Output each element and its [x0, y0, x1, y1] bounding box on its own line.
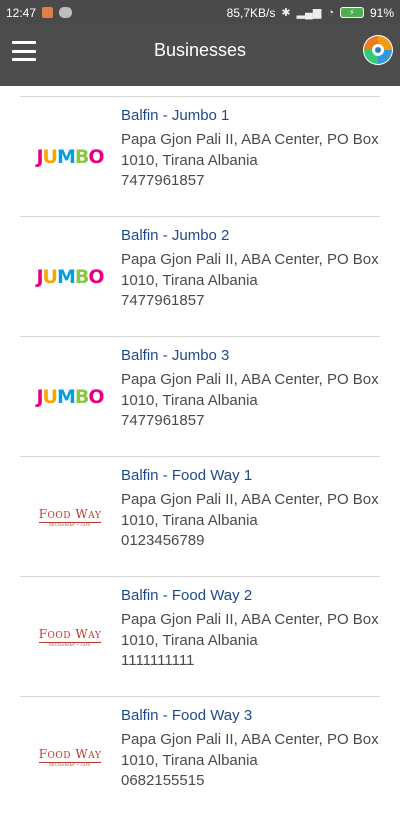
business-phone: 7477961857	[121, 412, 205, 429]
food-way-logo: FOOD WAY RESTAURANT • CAFE	[20, 457, 120, 577]
battery-percent: 91%	[369, 5, 394, 20]
business-address: Papa Gjon Pali II, ABA Center, PO Box 10…	[121, 611, 379, 649]
business-phone: 0123456789	[121, 532, 205, 549]
list-item-business[interactable]: FOOD WAY RESTAURANT • CAFE Balfin - Food…	[20, 576, 380, 696]
business-name: Balfin - Jumbo 2	[121, 227, 230, 244]
page-title: Businesses	[153, 39, 247, 60]
app-logo-icon[interactable]	[362, 34, 394, 66]
app-bar: Businesses	[0, 25, 400, 86]
business-info: Balfin - Food Way 2 Papa Gjon Pali II, A…	[121, 585, 380, 672]
business-info: Balfin - Jumbo 2 Papa Gjon Pali II, ABA …	[121, 225, 380, 312]
business-info: Balfin - Jumbo 3 Papa Gjon Pali II, ABA …	[121, 345, 380, 432]
list-item-business[interactable]: JUMBO Balfin - Jumbo 1 Papa Gjon Pali II…	[20, 96, 380, 216]
bluetooth-icon: ✱	[281, 7, 291, 19]
list-item-business[interactable]: JUMBO Balfin - Jumbo 3 Papa Gjon Pali II…	[20, 336, 380, 456]
status-bar-left: 12:47	[6, 5, 73, 20]
business-info: Balfin - Food Way 3 Papa Gjon Pali II, A…	[121, 705, 380, 792]
business-address: Papa Gjon Pali II, ABA Center, PO Box 10…	[121, 491, 379, 529]
business-address: Papa Gjon Pali II, ABA Center, PO Box 10…	[121, 251, 379, 289]
food-way-logo-mark: FOOD WAY RESTAURANT • CAFE	[38, 507, 102, 527]
business-address: Papa Gjon Pali II, ABA Center, PO Box 10…	[121, 371, 379, 409]
list-item-business[interactable]: FOOD WAY RESTAURANT • CAFE Balfin - Food…	[20, 456, 380, 576]
status-bar: 12:47 85,7KB/s ✱ ▂▄▆ ◔ ⚡ 91%	[0, 0, 400, 25]
business-address: Papa Gjon Pali II, ABA Center, PO Box 10…	[121, 731, 379, 769]
jumbo-logo: JUMBO	[20, 337, 120, 457]
business-info: Balfin - Jumbo 1 Papa Gjon Pali II, ABA …	[121, 105, 380, 192]
business-phone: 7477961857	[121, 292, 205, 309]
jumbo-logo-text: JUMBO	[36, 386, 104, 408]
notification-icon	[59, 7, 73, 18]
jumbo-logo: JUMBO	[20, 97, 120, 217]
business-phone: 1111111111	[121, 652, 195, 669]
food-way-logo-mark: FOOD WAY RESTAURANT • CAFE	[38, 627, 102, 647]
business-list: JUMBO Balfin - Jumbo 1 Papa Gjon Pali II…	[20, 96, 380, 816]
battery-icon: ⚡	[339, 7, 364, 18]
list-item-business[interactable]: FOOD WAY RESTAURANT • CAFE Balfin - Food…	[20, 696, 380, 816]
business-phone: 0682155515	[121, 772, 205, 789]
food-way-logo-mark: FOOD WAY RESTAURANT • CAFE	[38, 747, 102, 767]
list-item-business[interactable]: JUMBO Balfin - Jumbo 2 Papa Gjon Pali II…	[20, 216, 380, 336]
business-name: Balfin - Jumbo 3	[121, 347, 230, 364]
food-way-logo: FOOD WAY RESTAURANT • CAFE	[20, 697, 120, 817]
business-name: Balfin - Jumbo 1	[121, 107, 230, 124]
status-time: 12:47	[6, 5, 37, 20]
business-address: Papa Gjon Pali II, ABA Center, PO Box 10…	[121, 131, 379, 169]
business-info: Balfin - Food Way 1 Papa Gjon Pali II, A…	[121, 465, 380, 552]
status-bar-right: 85,7KB/s ✱ ▂▄▆ ◔ ⚡ 91%	[227, 6, 394, 20]
notification-icon	[42, 7, 54, 18]
business-name: Balfin - Food Way 2	[121, 587, 253, 604]
wifi-icon: ◔	[327, 6, 334, 19]
food-way-logo: FOOD WAY RESTAURANT • CAFE	[20, 577, 120, 697]
business-name: Balfin - Food Way 3	[121, 707, 253, 724]
jumbo-logo-text: JUMBO	[36, 146, 104, 168]
jumbo-logo: JUMBO	[20, 217, 120, 337]
jumbo-logo-text: JUMBO	[36, 266, 104, 288]
signal-icon: ▂▄▆	[296, 7, 322, 19]
business-name: Balfin - Food Way 1	[121, 467, 253, 484]
business-phone: 7477961857	[121, 172, 205, 189]
network-speed: 85,7KB/s	[226, 5, 276, 20]
